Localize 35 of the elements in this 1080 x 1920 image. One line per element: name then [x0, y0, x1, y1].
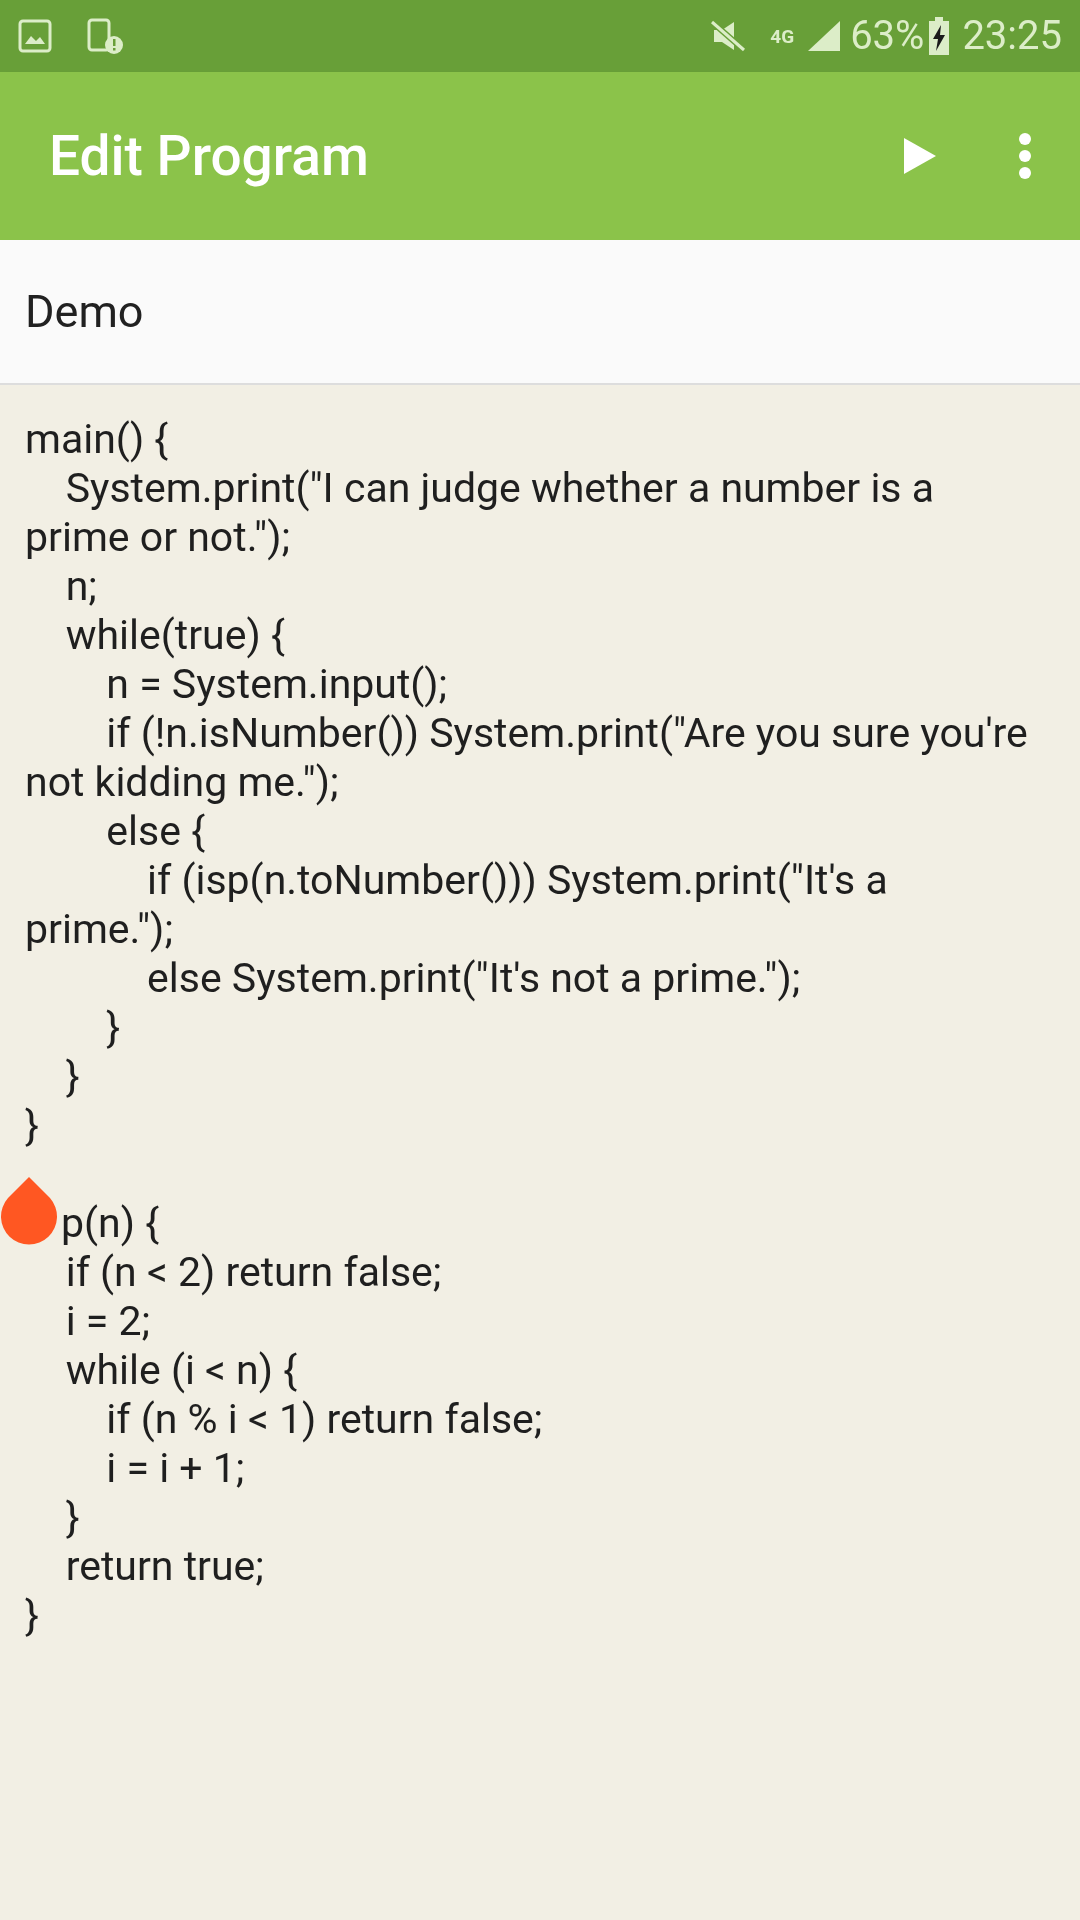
code-line: else { — [105, 807, 205, 855]
code-line: if (!n.isNumber()) System.print("Are you sure you're — [105, 709, 1028, 757]
clock: 23:25 — [962, 16, 1062, 56]
code-line: main() { — [25, 415, 169, 463]
code-line: else System.print("It's not a prime."); — [146, 954, 801, 1002]
code-line: p(n) { — [60, 1199, 159, 1247]
image-icon — [18, 19, 52, 53]
code-line: if (n < 2) return false; — [64, 1248, 442, 1296]
code-line: n = System.input(); — [105, 660, 448, 708]
code-line: } — [64, 1052, 80, 1100]
code-line: not kidding me."); — [25, 758, 339, 806]
program-name-field[interactable]: Demo — [0, 240, 1080, 385]
code-line: prime or not."); — [25, 513, 291, 561]
code-line: n; — [64, 562, 97, 610]
code-line: } — [25, 1101, 39, 1149]
code-line: } — [105, 1003, 121, 1051]
code-line: i = i + 1; — [105, 1444, 245, 1492]
play-icon — [902, 136, 938, 176]
code-line: } — [64, 1493, 80, 1541]
code-line: while (i < n) { — [64, 1346, 298, 1394]
code-line: i = 2; — [64, 1297, 151, 1345]
code-line: if (n % i < 1) return false; — [105, 1395, 543, 1443]
code-line: prime."); — [25, 905, 174, 953]
code-line: System.print("I can judge whether a number is a — [64, 464, 934, 512]
network-type-label: 4G — [770, 26, 795, 46]
signal-icon — [806, 19, 843, 53]
device-alert-icon — [86, 17, 124, 55]
battery-percent: 63% — [850, 16, 925, 56]
battery-charging-icon — [928, 17, 951, 55]
code-line: } — [25, 1591, 39, 1639]
screen-title: Edit Program — [49, 122, 370, 190]
more-icon — [1018, 133, 1032, 179]
code-line: if (isp(n.toNumber())) System.print("It's a — [146, 856, 888, 904]
code-line: return true; — [64, 1542, 264, 1590]
code-line: while(true) { — [64, 611, 285, 659]
